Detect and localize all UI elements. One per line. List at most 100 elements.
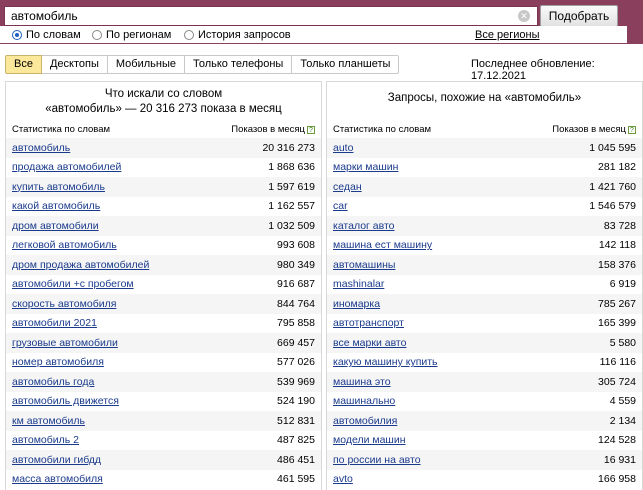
table-row: машинально 4 559: [327, 392, 642, 412]
phrase-link[interactable]: км автомобиль: [12, 415, 85, 427]
panel-title: Запросы, похожие на «автомобиль»: [387, 92, 582, 104]
panel-title-line-2: «автомобиль» — 20 316 273 показа в месяц: [45, 103, 282, 115]
phrase-link[interactable]: автомобилия: [333, 415, 397, 427]
tab-mobile[interactable]: Мобильные: [107, 55, 185, 74]
phrase-link[interactable]: купить автомобиль: [12, 181, 105, 193]
shows-count: 6 919: [609, 278, 636, 291]
search-box: ✕: [4, 6, 538, 26]
shows-count: 487 825: [277, 434, 315, 447]
table-row: mashinalar 6 919: [327, 275, 642, 295]
shows-count: 142 118: [598, 239, 636, 252]
phrase-link[interactable]: седан: [333, 181, 362, 193]
phrase-link[interactable]: модели машин: [333, 434, 406, 446]
shows-count: 281 182: [598, 161, 636, 174]
search-input[interactable]: [5, 7, 505, 25]
phrase-link[interactable]: дром продажа автомобилей: [12, 259, 149, 271]
shows-count: 577 026: [277, 356, 315, 369]
shows-count: 2 134: [609, 414, 636, 427]
table-row: скорость автомобиля 844 764: [6, 294, 321, 314]
phrase-link[interactable]: дром автомобили: [12, 220, 99, 232]
phrase-link[interactable]: автотранспорт: [333, 317, 404, 329]
phrase-link[interactable]: автомобиль движется: [12, 395, 119, 407]
col-shows: Показов в месяц?: [552, 124, 636, 136]
table-row: все марки авто 5 580: [327, 333, 642, 353]
table-row: автотранспорт 165 399: [327, 314, 642, 334]
panel-searched-with-word: Что искали со словом «автомобиль» — 20 3…: [5, 81, 322, 490]
table-row: машина ест машину 142 118: [327, 236, 642, 256]
table-row: каталог авто 83 728: [327, 216, 642, 236]
table-row: автомобилия 2 134: [327, 411, 642, 431]
device-tabs: Все Десктопы Мобильные Только телефоны Т…: [5, 55, 400, 74]
table-row: марки машин 281 182: [327, 158, 642, 178]
table-row: продажа автомобилей 1 868 636: [6, 158, 321, 178]
phrase-link[interactable]: все марки авто: [333, 337, 406, 349]
table-row: автомобиль 2 487 825: [6, 431, 321, 451]
table-row: дром продажа автомобилей 980 349: [6, 255, 321, 275]
phrase-link[interactable]: car: [333, 200, 348, 212]
search-band: ✕ Подобрать По словам По регионам Истори…: [0, 0, 643, 44]
phrase-link[interactable]: avto: [333, 473, 353, 485]
phrase-link[interactable]: автомобили +с пробегом: [12, 278, 134, 290]
phrase-link[interactable]: mashinalar: [333, 278, 384, 290]
shows-count: 461 595: [277, 473, 315, 486]
radio-icon: [184, 29, 194, 40]
phrase-link[interactable]: легковой автомобиль: [12, 239, 117, 251]
shows-count: 993 608: [277, 239, 315, 252]
phrase-link[interactable]: машина ест машину: [333, 239, 432, 251]
tab-desktops[interactable]: Десктопы: [41, 55, 108, 74]
phrase-link[interactable]: какой автомобиль: [12, 200, 100, 212]
panel-similar-queries: Запросы, похожие на «автомобиль» Статист…: [326, 81, 643, 490]
phrase-link[interactable]: какую машину купить: [333, 356, 438, 368]
clear-icon[interactable]: ✕: [518, 10, 530, 22]
table-row: номер автомобиля 577 026: [6, 353, 321, 373]
phrase-link[interactable]: иномарка: [333, 298, 380, 310]
shows-count: 20 316 273: [262, 141, 315, 154]
phrase-link[interactable]: машина это: [333, 376, 391, 388]
help-icon[interactable]: ?: [307, 126, 315, 134]
table-row: автомобили гибдд 486 451: [6, 450, 321, 470]
col-shows-label: Показов в месяц: [552, 124, 626, 135]
radio-by-words[interactable]: По словам: [12, 28, 81, 41]
panel-title: Что искали со словом «автомобиль» — 20 3…: [6, 87, 321, 117]
phrase-link[interactable]: автомобиль: [12, 142, 70, 154]
table-row: модели машин 124 528: [327, 431, 642, 451]
shows-count: 1 868 636: [268, 161, 315, 174]
shows-count: 1 045 595: [589, 141, 636, 154]
shows-count: 795 858: [277, 317, 315, 330]
phrase-link[interactable]: скорость автомобиля: [12, 298, 116, 310]
phrase-link[interactable]: автомобили гибдд: [12, 454, 101, 466]
help-icon[interactable]: ?: [628, 126, 636, 134]
all-regions-link[interactable]: Все регионы: [475, 29, 540, 41]
phrase-link[interactable]: машинально: [333, 395, 395, 407]
tab-all[interactable]: Все: [5, 55, 42, 74]
phrase-link[interactable]: продажа автомобилей: [12, 161, 121, 173]
shows-count: 785 267: [598, 297, 636, 310]
radio-by-regions[interactable]: По регионам: [92, 28, 171, 41]
table-header: Статистика по словам Показов в месяц?: [333, 124, 636, 136]
shows-count: 512 831: [277, 414, 315, 427]
shows-count: 844 764: [277, 297, 315, 310]
tab-phones[interactable]: Только телефоны: [184, 55, 293, 74]
shows-count: 158 376: [598, 258, 636, 271]
tab-tablets[interactable]: Только планшеты: [292, 55, 400, 74]
table-row: машина это 305 724: [327, 372, 642, 392]
phrase-link[interactable]: масса автомобиля: [12, 473, 103, 485]
phrase-link[interactable]: каталог авто: [333, 220, 395, 232]
shows-count: 980 349: [277, 258, 315, 271]
submit-button[interactable]: Подобрать: [540, 5, 618, 27]
phrase-link[interactable]: auto: [333, 142, 353, 154]
phrase-link[interactable]: автомобиль года: [12, 376, 94, 388]
phrase-link[interactable]: по россии на авто: [333, 454, 421, 466]
table-row: автомобили +с пробегом 916 687: [6, 275, 321, 295]
radio-history[interactable]: История запросов: [184, 28, 291, 41]
shows-count: 5 580: [609, 336, 636, 349]
phrase-link[interactable]: автомашины: [333, 259, 395, 271]
table-row: дром автомобили 1 032 509: [6, 216, 321, 236]
phrase-link[interactable]: автомобиль 2: [12, 434, 79, 446]
phrase-link[interactable]: марки машин: [333, 161, 398, 173]
shows-count: 1 597 619: [268, 180, 315, 193]
table-row: грузовые автомобили 669 457: [6, 333, 321, 353]
phrase-link[interactable]: автомобили 2021: [12, 317, 97, 329]
phrase-link[interactable]: грузовые автомобили: [12, 337, 118, 349]
phrase-link[interactable]: номер автомобиля: [12, 356, 104, 368]
